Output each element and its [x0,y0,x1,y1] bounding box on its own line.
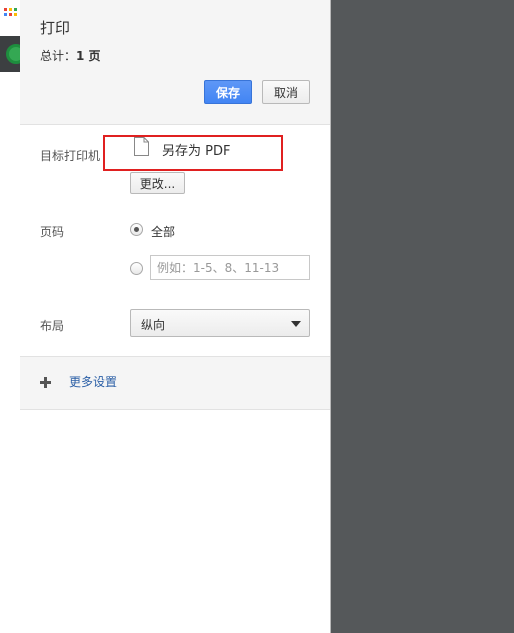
cancel-button[interactable]: 取消 [262,80,310,104]
pages-custom-radio[interactable] [130,262,143,275]
save-button[interactable]: 保存 [204,80,252,104]
more-settings-section[interactable]: 更多设置 [20,356,330,410]
dialog-header: 打印 总计：1 页 保存 取消 [20,0,330,125]
apps-grid-icon[interactable] [4,8,18,22]
pages-all-label: 全部 [151,225,176,239]
destination-label: 目标打印机 [40,149,101,163]
print-preview-area [331,0,514,633]
layout-selected-value: 纵向 [141,318,166,332]
more-settings-link[interactable]: 更多设置 [69,373,117,390]
browser-background [0,0,26,633]
pages-all-radio[interactable] [130,223,143,236]
browser-toolbar [0,36,26,72]
summary-value: 1 页 [76,49,101,63]
layout-label: 布局 [40,319,65,333]
page-range-input[interactable] [150,255,310,280]
chevron-down-icon [291,321,301,327]
dialog-title: 打印 [40,19,71,37]
document-icon [134,137,149,156]
summary-label: 总计： [40,49,77,63]
print-dialog: 打印 总计：1 页 保存 取消 目标打印机 另存为 PDF 更改... 页码 全… [20,0,331,633]
change-destination-button[interactable]: 更改... [130,172,185,194]
destination-name: 另存为 PDF [162,144,231,159]
pages-label: 页码 [40,225,65,239]
page-summary: 总计：1 页 [40,47,101,64]
layout-select[interactable]: 纵向 [130,309,310,337]
plus-icon [40,377,51,388]
